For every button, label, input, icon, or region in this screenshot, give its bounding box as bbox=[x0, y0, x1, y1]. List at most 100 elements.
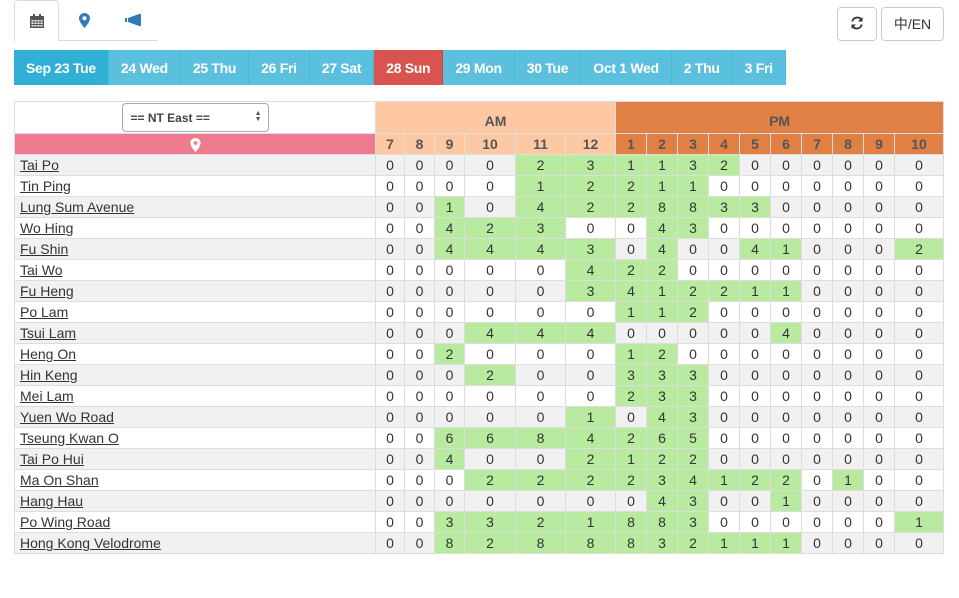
station-link[interactable]: Hin Keng bbox=[20, 367, 78, 383]
count-cell: 2 bbox=[615, 175, 647, 197]
count-cell: 8 bbox=[565, 532, 616, 554]
station-link[interactable]: Lung Sum Avenue bbox=[20, 199, 134, 215]
station-link[interactable]: Tai Wo bbox=[20, 262, 63, 278]
count-cell: 0 bbox=[739, 406, 771, 428]
count-cell: 0 bbox=[565, 343, 616, 365]
count-cell: 0 bbox=[404, 301, 435, 323]
count-cell: 0 bbox=[739, 490, 771, 512]
count-cell: 0 bbox=[893, 448, 945, 470]
count-cell: 4 bbox=[646, 490, 678, 512]
count-cell: 0 bbox=[375, 427, 405, 449]
count-cell: 0 bbox=[832, 259, 864, 281]
date-button[interactable]: Sep 23 Tue bbox=[14, 50, 109, 85]
count-cell: 4 bbox=[565, 427, 616, 449]
region-select[interactable]: == NT East == ▲ ▼ bbox=[121, 103, 269, 132]
count-cell: 0 bbox=[375, 259, 405, 281]
count-cell: 2 bbox=[515, 154, 566, 176]
count-cell: 0 bbox=[677, 259, 709, 281]
table-row: Mei Lam 0 0 0 0 0 0 2 3 3 0 0 0 0 0 0 0 bbox=[14, 385, 945, 407]
count-cell: 1 bbox=[646, 301, 678, 323]
count-cell: 0 bbox=[770, 364, 802, 386]
language-toggle-button[interactable]: 中/EN bbox=[881, 7, 944, 41]
count-cell: 0 bbox=[708, 364, 740, 386]
date-button[interactable]: Oct 1 Wed bbox=[581, 50, 672, 85]
count-cell: 0 bbox=[708, 238, 740, 260]
count-cell: 2 bbox=[893, 238, 945, 260]
count-cell: 0 bbox=[515, 280, 566, 302]
station-cell: Tai Po bbox=[14, 154, 376, 176]
count-cell: 0 bbox=[770, 217, 802, 239]
count-cell: 0 bbox=[770, 301, 802, 323]
count-cell: 0 bbox=[801, 448, 833, 470]
count-cell: 2 bbox=[515, 469, 566, 491]
date-button[interactable]: 26 Fri bbox=[249, 50, 310, 85]
count-cell: 4 bbox=[565, 259, 616, 281]
count-cell: 2 bbox=[677, 448, 709, 470]
tab-calendar[interactable] bbox=[14, 0, 59, 42]
station-link[interactable]: Heng On bbox=[20, 346, 76, 362]
date-button[interactable]: 24 Wed bbox=[108, 50, 181, 85]
count-cell: 1 bbox=[739, 280, 771, 302]
date-button[interactable]: 30 Tue bbox=[514, 50, 582, 85]
count-cell: 0 bbox=[515, 448, 566, 470]
station-link[interactable]: Fu Heng bbox=[20, 283, 74, 299]
count-cell: 0 bbox=[677, 343, 709, 365]
count-cell: 1 bbox=[615, 154, 647, 176]
count-cell: 0 bbox=[615, 238, 647, 260]
count-cell: 0 bbox=[615, 217, 647, 239]
date-button[interactable]: 2 Thu bbox=[671, 50, 733, 85]
station-link[interactable]: Hong Kong Velodrome bbox=[20, 535, 161, 551]
date-button[interactable]: 25 Thu bbox=[180, 50, 250, 85]
station-link[interactable]: Mei Lam bbox=[20, 388, 74, 404]
count-cell: 0 bbox=[434, 322, 465, 344]
station-link[interactable]: Po Wing Road bbox=[20, 514, 110, 530]
station-link[interactable]: Po Lam bbox=[20, 304, 68, 320]
station-link[interactable]: Wo Hing bbox=[20, 220, 73, 236]
count-cell: 0 bbox=[863, 448, 895, 470]
date-button[interactable]: 3 Fri bbox=[732, 50, 786, 85]
station-link[interactable]: Fu Shin bbox=[20, 241, 68, 257]
station-cell: Hin Keng bbox=[14, 364, 376, 386]
count-cell: 0 bbox=[832, 532, 864, 554]
station-link[interactable]: Tai Po Hui bbox=[20, 451, 84, 467]
count-cell: 0 bbox=[739, 448, 771, 470]
count-cell: 3 bbox=[677, 385, 709, 407]
count-cell: 2 bbox=[464, 364, 516, 386]
station-link[interactable]: Tsui Lam bbox=[20, 325, 76, 341]
count-cell: 0 bbox=[375, 385, 405, 407]
count-cell: 4 bbox=[464, 238, 516, 260]
count-cell: 0 bbox=[863, 385, 895, 407]
count-cell: 3 bbox=[565, 154, 616, 176]
count-cell: 0 bbox=[464, 343, 516, 365]
count-cell: 0 bbox=[832, 406, 864, 428]
table-row: Tai Po Hui 0 0 4 0 0 2 1 2 2 0 0 0 0 0 0 0 bbox=[14, 448, 945, 470]
station-link[interactable]: Tseung Kwan O bbox=[20, 430, 119, 446]
date-button[interactable]: 28 Sun bbox=[374, 50, 444, 85]
count-cell: 0 bbox=[770, 259, 802, 281]
table-row: Tsui Lam 0 0 0 4 4 4 0 0 0 0 0 4 0 0 0 0 bbox=[14, 322, 945, 344]
date-button[interactable]: 29 Mon bbox=[443, 50, 515, 85]
count-cell: 0 bbox=[615, 322, 647, 344]
station-link[interactable]: Hang Hau bbox=[20, 493, 83, 509]
count-cell: 0 bbox=[375, 175, 405, 197]
count-cell: 4 bbox=[434, 217, 465, 239]
station-link[interactable]: Yuen Wo Road bbox=[20, 409, 114, 425]
count-cell: 0 bbox=[434, 175, 465, 197]
station-link[interactable]: Tai Po bbox=[20, 157, 59, 173]
station-link[interactable]: Tin Ping bbox=[20, 178, 71, 194]
count-cell: 0 bbox=[404, 238, 435, 260]
date-button[interactable]: 27 Sat bbox=[309, 50, 375, 85]
station-link[interactable]: Ma On Shan bbox=[20, 472, 99, 488]
count-cell: 0 bbox=[677, 322, 709, 344]
count-cell: 0 bbox=[739, 343, 771, 365]
tab-announcements[interactable] bbox=[110, 0, 155, 41]
hour-header-pm: 4 bbox=[708, 133, 740, 155]
hour-header-am: 11 bbox=[515, 133, 566, 155]
refresh-button[interactable] bbox=[837, 7, 877, 41]
station-cell: Tseung Kwan O bbox=[14, 427, 376, 449]
count-cell: 0 bbox=[832, 301, 864, 323]
tab-map[interactable] bbox=[62, 0, 107, 41]
station-cell: Hong Kong Velodrome bbox=[14, 532, 376, 554]
count-cell: 4 bbox=[677, 469, 709, 491]
table-row: Tin Ping 0 0 0 0 1 2 2 1 1 0 0 0 0 0 0 0 bbox=[14, 175, 945, 197]
